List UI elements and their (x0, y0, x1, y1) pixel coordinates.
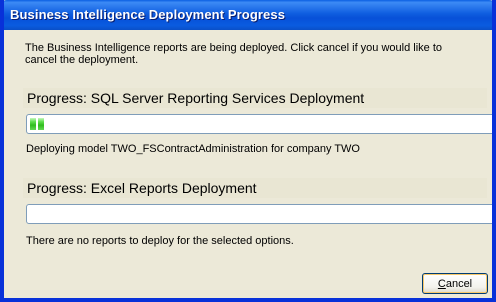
ssrs-progress-fill (30, 118, 44, 130)
ssrs-section-header: Progress: SQL Server Reporting Services … (23, 88, 487, 108)
excel-progress-bar (26, 204, 492, 224)
excel-section-header: Progress: Excel Reports Deployment (23, 178, 487, 198)
excel-status-text: There are no reports to deploy for the s… (26, 235, 294, 247)
window-title: Business Intelligence Deployment Progres… (10, 7, 286, 22)
ssrs-progress-bar (26, 114, 492, 134)
title-bar[interactable]: Business Intelligence Deployment Progres… (4, 0, 492, 30)
ssrs-status-text: Deploying model TWO_FSContractAdministra… (26, 143, 360, 155)
cancel-label: ancel (445, 277, 473, 290)
deployment-progress-dialog: Business Intelligence Deployment Progres… (0, 0, 496, 302)
progress-segment (30, 118, 36, 130)
cancel-button[interactable]: Cancel (422, 273, 488, 294)
cancel-accesskey: C (437, 277, 446, 290)
progress-segment (38, 118, 44, 130)
intro-text: The Business Intelligence reports are be… (25, 42, 443, 66)
